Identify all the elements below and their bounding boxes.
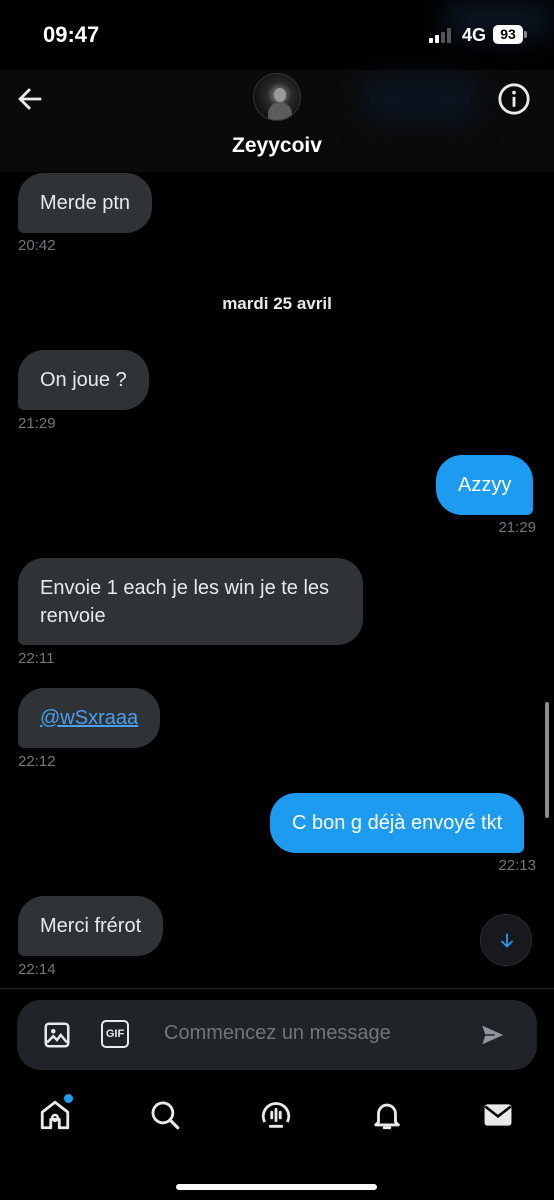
scrollbar[interactable] <box>545 702 549 818</box>
contact-name[interactable]: Zeyycoiv <box>0 134 554 158</box>
status-time: 09:47 <box>43 22 100 47</box>
gif-button[interactable]: GIF <box>101 1020 131 1050</box>
message-composer: GIF Commencez un message <box>17 1000 537 1070</box>
signal-icon <box>429 27 455 43</box>
gif-icon: GIF <box>101 1020 129 1048</box>
message-time: 22:14 <box>18 961 56 978</box>
message-bubble[interactable]: On joue ? <box>18 350 149 410</box>
message-time: 22:13 <box>498 857 536 874</box>
nav-notifications[interactable] <box>370 1098 404 1132</box>
message-bubble[interactable]: Merci frérot <box>18 896 164 956</box>
message-time: 22:11 <box>18 650 55 667</box>
blurred-overlay <box>360 76 480 122</box>
arrow-left-icon[interactable] <box>13 82 47 116</box>
send-icon[interactable] <box>477 1020 509 1050</box>
info-circle-icon[interactable] <box>497 82 531 116</box>
avatar[interactable] <box>253 73 301 121</box>
message-input[interactable]: Commencez un message <box>164 1022 391 1045</box>
message-bubble[interactable]: Envoie 1 each je les win je te les renvo… <box>18 558 363 645</box>
status-bar: 09:47 4G 93 <box>0 0 554 70</box>
search-icon <box>151 1101 180 1130</box>
divider <box>0 988 554 989</box>
envelope-icon <box>484 1104 512 1126</box>
conversation-header: Zeyycoiv <box>0 70 554 172</box>
nav-search[interactable] <box>148 1098 182 1132</box>
home-icon <box>40 1100 70 1130</box>
notification-dot <box>64 1094 73 1103</box>
message-time: 20:42 <box>18 237 56 254</box>
message-bubble[interactable]: C bon g déjà envoyé tkt <box>270 793 525 853</box>
mention-link[interactable]: @wSxraaa <box>40 707 138 729</box>
message-time: 21:29 <box>498 519 536 536</box>
message-bubble[interactable]: Azzyy <box>436 455 534 515</box>
message-bubble[interactable]: Merde ptn <box>18 173 153 233</box>
date-separator: mardi 25 avril <box>222 294 332 313</box>
image-icon[interactable] <box>42 1020 72 1050</box>
nav-spaces[interactable] <box>259 1098 293 1132</box>
message-time: 21:29 <box>18 415 56 432</box>
network-label: 4G <box>462 25 487 45</box>
arrow-down-icon <box>500 933 514 948</box>
nav-messages[interactable] <box>481 1098 515 1132</box>
nav-home[interactable] <box>38 1094 73 1132</box>
message-time: 22:12 <box>18 753 56 770</box>
spaces-icon <box>261 1102 291 1128</box>
bell-icon <box>374 1103 400 1130</box>
home-indicator <box>176 1184 377 1190</box>
message-bubble[interactable]: @wSxraaa <box>18 688 161 748</box>
bottom-nav <box>0 1080 554 1200</box>
battery-icon: 93 <box>493 25 527 44</box>
scroll-to-bottom-button[interactable] <box>480 914 532 966</box>
